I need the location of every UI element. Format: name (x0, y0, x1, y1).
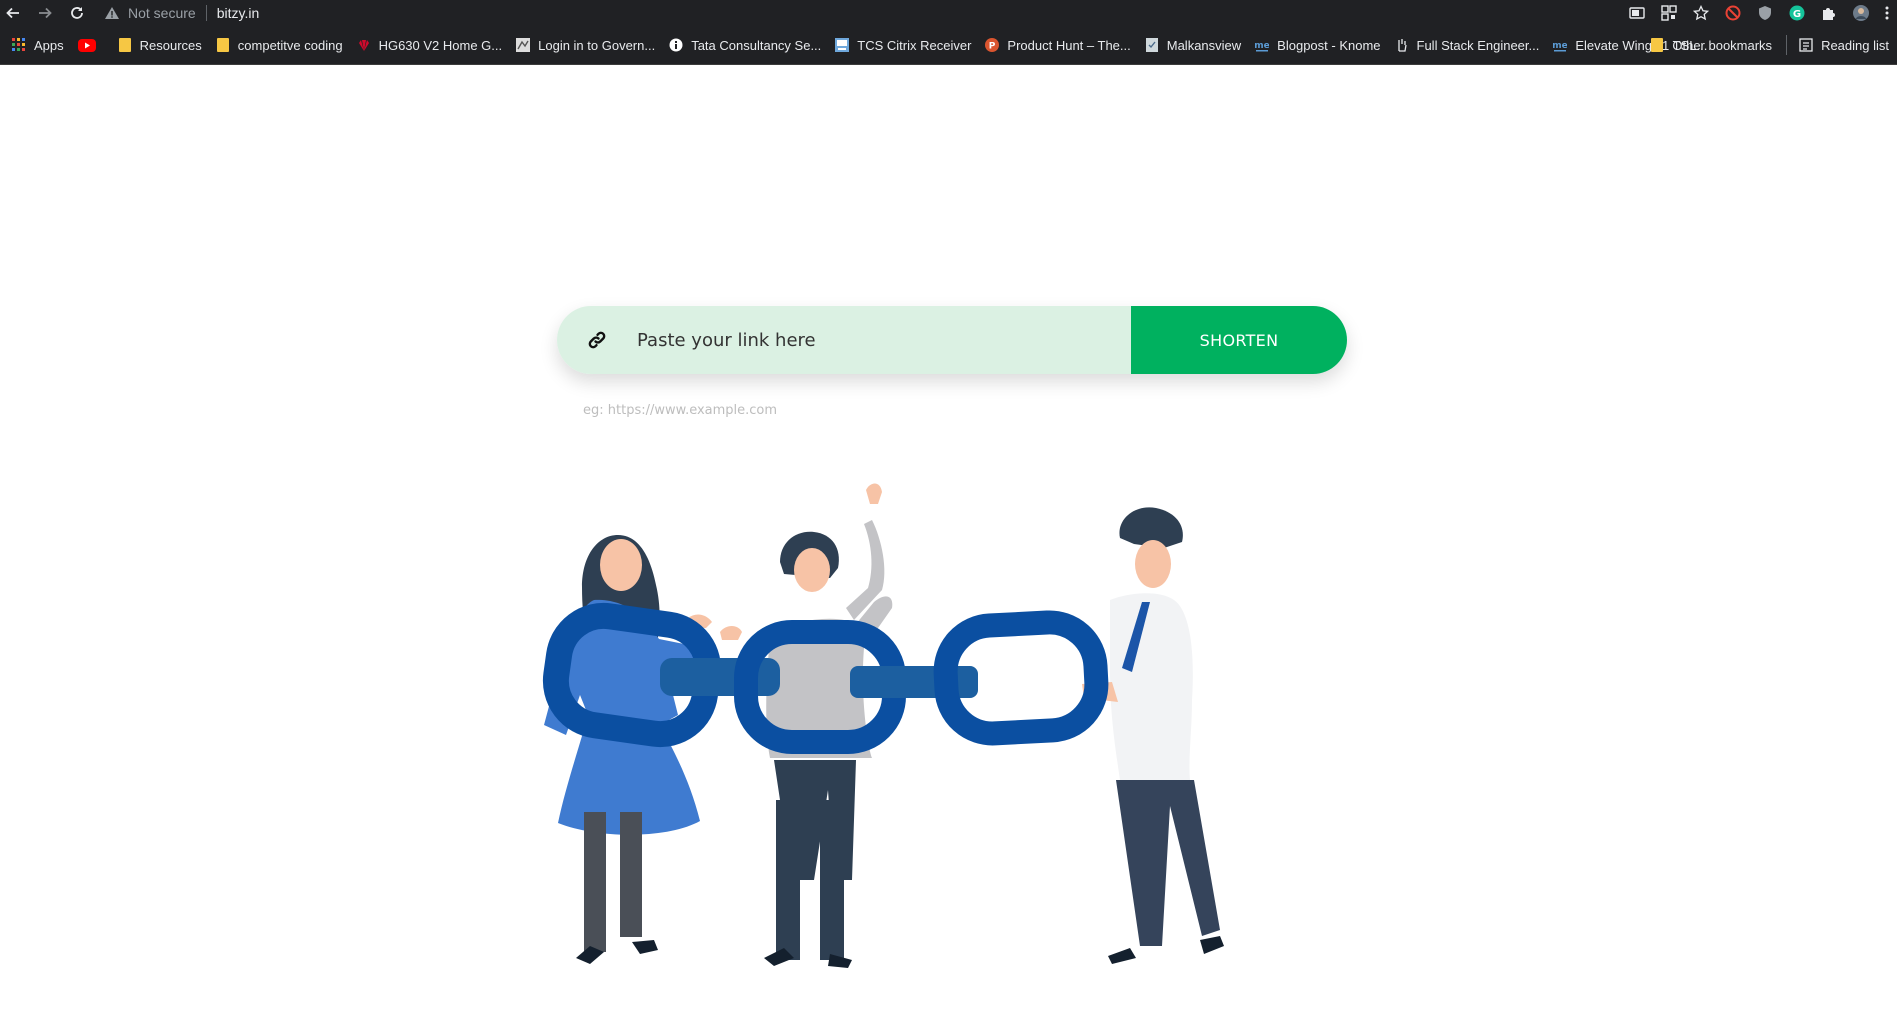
address-bar[interactable]: Not secure bitzy.in (104, 2, 1584, 24)
folder-icon (118, 38, 132, 52)
cast-button[interactable] (1621, 2, 1653, 24)
citrix-icon (835, 38, 850, 52)
bookmark-label: Other bookmarks (1672, 37, 1773, 53)
arrow-left-icon (6, 7, 19, 19)
bookmark-folder-resources[interactable]: Resources (112, 31, 210, 59)
puzzle-icon (1823, 8, 1835, 20)
bookmark-full-stack[interactable]: Full Stack Engineer... (1389, 31, 1548, 59)
bookmark-label: Full Stack Engineer... (1416, 37, 1540, 53)
folder-icon (1650, 38, 1664, 52)
doc-icon (1145, 38, 1159, 52)
address-divider (205, 5, 207, 21)
reload-icon (71, 7, 83, 19)
shorten-button[interactable]: SHORTEN (1131, 306, 1347, 374)
bookmark-blogpost-knome[interactable]: me Blogpost - Knome (1249, 31, 1388, 59)
star-icon (1693, 5, 1709, 21)
svg-text:me: me (1255, 41, 1269, 51)
grammarly-button[interactable]: G (1781, 2, 1813, 24)
security-status[interactable]: Not secure (128, 5, 196, 21)
svg-text:me: me (1553, 41, 1567, 51)
bookmark-star-button[interactable] (1685, 2, 1717, 24)
url-text[interactable]: bitzy.in (217, 5, 260, 21)
profile-button[interactable] (1845, 2, 1877, 24)
bookmark-tcs-citrix[interactable]: TCS Citrix Receiver (829, 31, 979, 59)
bookmark-label: Tata Consultancy Se... (691, 37, 822, 53)
bookmark-label: competitve coding (237, 37, 343, 53)
bookmark-list: Apps Resources competitve coding HG630 V… (6, 26, 1715, 64)
bookmark-gov-login[interactable]: Login in to Govern... (510, 31, 663, 59)
bookmark-folder-competitive-coding[interactable]: competitve coding (210, 31, 351, 59)
producthunt-icon: P (985, 38, 1000, 52)
reading-list-icon (1799, 38, 1813, 52)
example-hint: eg: https://www.example.com (583, 403, 778, 418)
bookmark-hg630[interactable]: HG630 V2 Home G... (351, 31, 511, 59)
bookmark-youtube[interactable] (72, 31, 112, 59)
people-holding-chain-illustration (542, 483, 1224, 968)
link-input[interactable] (637, 320, 1107, 360)
extensions-button[interactable] (1813, 2, 1845, 24)
reload-button[interactable] (66, 2, 88, 24)
bookmark-divider (1786, 35, 1788, 55)
browser-menu-button[interactable] (1877, 2, 1897, 24)
bookmarks-bar: Apps Resources competitve coding HG630 V… (0, 26, 1897, 65)
link-field (557, 306, 1131, 374)
warning-icon (104, 5, 120, 21)
browser-toolbar: Not secure bitzy.in G (0, 0, 1897, 26)
forward-button[interactable] (34, 2, 56, 24)
bookmark-label: Product Hunt – The... (1007, 37, 1131, 53)
apps-grid-icon (12, 38, 26, 52)
qr-icon (1661, 5, 1677, 21)
arrow-right-icon (39, 7, 52, 19)
cast-icon (1629, 7, 1645, 19)
grammarly-icon: G (1789, 5, 1805, 21)
shield-extension-button[interactable] (1749, 2, 1781, 24)
bookmark-apps[interactable]: Apps (6, 31, 72, 59)
qr-button[interactable] (1653, 2, 1685, 24)
hand-icon (1395, 38, 1409, 52)
bookmark-label: Login in to Govern... (538, 37, 656, 53)
bookmark-malkansview[interactable]: Malkansview (1139, 31, 1249, 59)
bookmark-label: HG630 V2 Home G... (378, 37, 503, 53)
toolbar-actions: G (1621, 2, 1897, 24)
man-white-figure (1082, 507, 1224, 964)
gov-site-icon (516, 38, 531, 52)
avatar (1853, 5, 1869, 21)
bookmark-product-hunt[interactable]: P Product Hunt – The... (979, 31, 1138, 59)
blocker-extension-icon (1725, 5, 1741, 21)
bookmark-label: TCS Citrix Receiver (857, 37, 972, 53)
link-icon (588, 331, 606, 349)
bookmark-label: Reading list (1821, 37, 1889, 53)
bookmark-label: Apps (34, 37, 64, 53)
blocker-extension-button[interactable] (1717, 2, 1749, 24)
bookmark-bar-right: Other bookmarks Reading list (1644, 26, 1897, 64)
svg-text:P: P (989, 42, 996, 52)
bookmark-label: Blogpost - Knome (1277, 37, 1381, 53)
back-button[interactable] (2, 2, 24, 24)
info-icon (669, 38, 683, 52)
menu-icon (1885, 6, 1889, 20)
bookmark-tcs[interactable]: Tata Consultancy Se... (663, 31, 829, 59)
reading-list-button[interactable]: Reading list (1793, 31, 1897, 59)
huawei-icon (357, 38, 371, 52)
bookmark-label: Malkansview (1166, 37, 1242, 53)
shorten-form: SHORTEN (557, 306, 1347, 374)
folder-icon (216, 38, 230, 52)
knome-icon: me (1553, 38, 1567, 52)
bookmark-label: Resources (139, 37, 202, 53)
bookmark-other-bookmarks[interactable]: Other bookmarks (1644, 31, 1780, 59)
woman-figure (544, 535, 712, 964)
shield-extension-icon (1759, 6, 1771, 20)
youtube-icon (77, 38, 96, 52)
knome-icon: me (1255, 38, 1269, 52)
svg-text:G: G (1793, 9, 1801, 20)
